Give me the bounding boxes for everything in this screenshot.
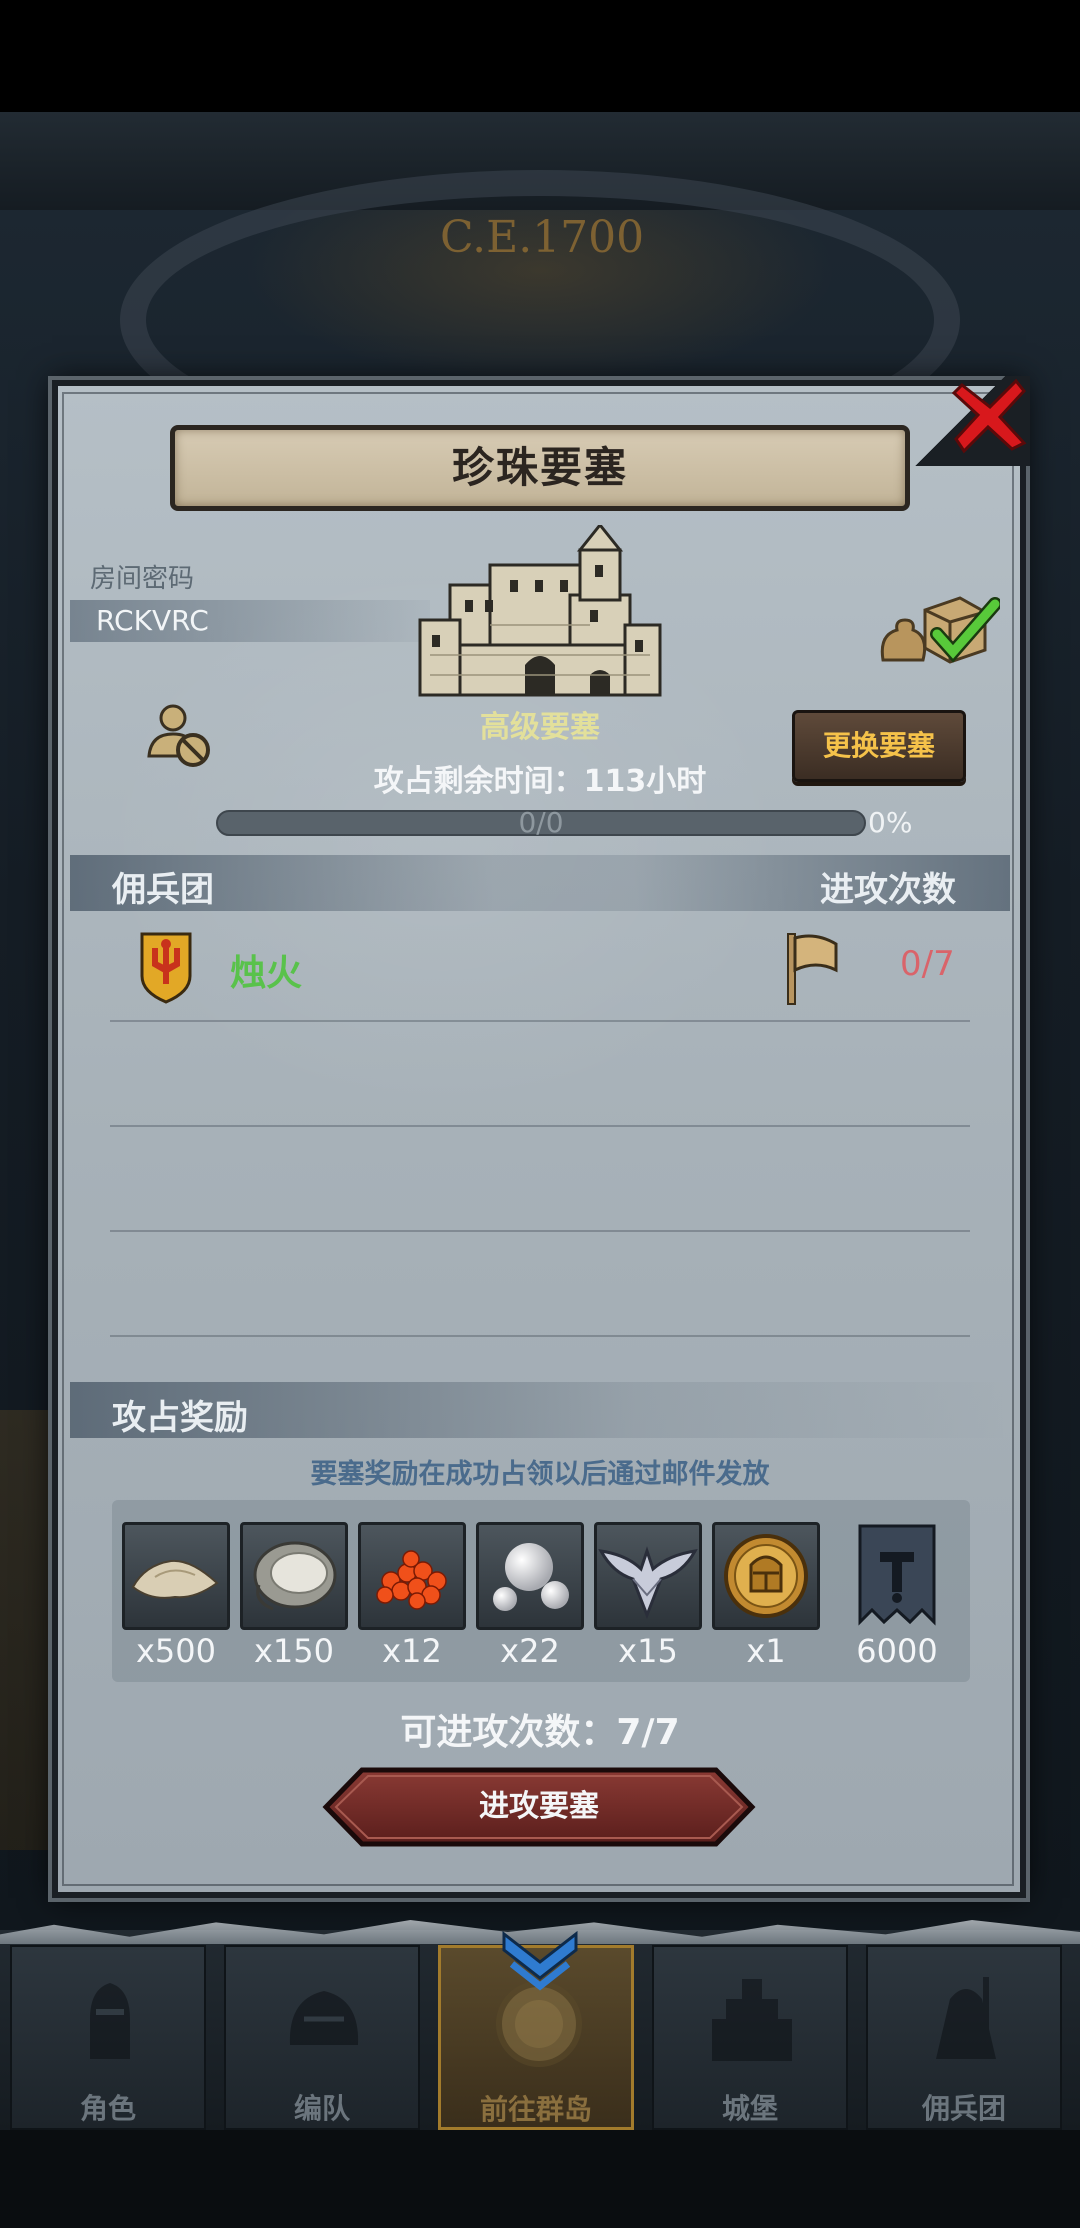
status-bar-area xyxy=(0,0,1080,112)
row-divider xyxy=(110,1335,970,1337)
nav-item-formation[interactable]: 编队 xyxy=(224,1945,420,2130)
winged-emblem-icon xyxy=(598,1546,698,1620)
reward-item[interactable] xyxy=(122,1522,230,1630)
oyster-icon xyxy=(253,1541,337,1611)
reward-quantity: x500 xyxy=(135,1632,216,1670)
pearl-icon xyxy=(493,1543,569,1611)
reward-quantity: 6000 xyxy=(856,1632,938,1670)
reward-quantity: x15 xyxy=(618,1632,678,1670)
row-divider xyxy=(110,1230,970,1232)
reward-item[interactable] xyxy=(852,1522,942,1630)
capture-progress-count: 0/0 xyxy=(518,806,564,839)
nav-label: 前往群岛 xyxy=(479,2093,592,2126)
reward-item[interactable] xyxy=(240,1522,348,1630)
nav-label: 佣兵团 xyxy=(921,2092,1006,2125)
close-button[interactable] xyxy=(950,375,1030,455)
knight-icon xyxy=(90,1983,130,2059)
nav-label: 角色 xyxy=(79,2092,136,2125)
reward-item[interactable] xyxy=(594,1522,702,1630)
reward-quantity: x150 xyxy=(253,1632,334,1670)
flag-icon xyxy=(782,930,842,1006)
reward-quantity: x12 xyxy=(382,1632,442,1670)
roe-icon xyxy=(376,1550,447,1610)
mercenary-header: 佣兵团 xyxy=(112,870,214,910)
reward-item[interactable] xyxy=(476,1522,584,1630)
reward-quantity: x22 xyxy=(500,1632,560,1670)
row-divider xyxy=(110,1020,970,1022)
mercenary-icon xyxy=(936,1977,996,2059)
supply-check-icon xyxy=(875,590,1002,670)
reward-quantity: x1 xyxy=(746,1632,786,1670)
attack-attempts: 可进攻次数：7/7 xyxy=(400,1712,680,1753)
chevron-down-icon xyxy=(498,1928,582,1998)
reward-item[interactable] xyxy=(358,1522,466,1630)
nav-item-character[interactable]: 角色 xyxy=(10,1945,206,2130)
nav-item-castle[interactable]: 城堡 xyxy=(652,1945,848,2130)
room-password-label: 房间密码 xyxy=(90,564,195,594)
reward-item[interactable] xyxy=(712,1522,820,1630)
guild-banner-icon xyxy=(858,1524,936,1626)
guild-attack-count: 0/7 xyxy=(900,944,955,984)
knight-medal-icon xyxy=(724,1534,808,1618)
castle-icon xyxy=(712,1979,792,2061)
reward-note: 要塞奖励在成功占领以后通过邮件发放 xyxy=(310,1459,770,1490)
era-label: C.E.1700 xyxy=(440,212,645,263)
helmet-icon xyxy=(289,1991,359,2045)
dialog-title: 珍珠要塞 xyxy=(451,443,628,492)
guild-shield-icon xyxy=(138,930,194,1004)
room-code: RCKVRC xyxy=(96,604,209,637)
fortress-icon xyxy=(410,522,670,705)
close-icon xyxy=(951,378,1027,454)
sand-pile-icon xyxy=(131,1559,219,1599)
capture-time-remaining: 攻占剩余时间：113小时 xyxy=(373,764,707,799)
capture-progress-percent: 0% xyxy=(868,806,913,839)
fortress-level: 高级要塞 xyxy=(480,710,600,745)
nav-item-mercenary[interactable]: 佣兵团 xyxy=(866,1945,1062,2130)
bottom-bar xyxy=(0,2130,1080,2228)
reward-header: 攻占奖励 xyxy=(112,1398,248,1438)
left-edge-shortcuts xyxy=(0,1410,48,1850)
guild-name: 烛火 xyxy=(230,953,303,994)
nav-label: 编队 xyxy=(293,2092,350,2125)
row-divider xyxy=(110,1125,970,1127)
nav-label: 城堡 xyxy=(721,2092,778,2125)
attack-count-header: 进攻次数 xyxy=(820,870,956,910)
attack-fortress-label: 进攻要塞 xyxy=(479,1789,599,1824)
